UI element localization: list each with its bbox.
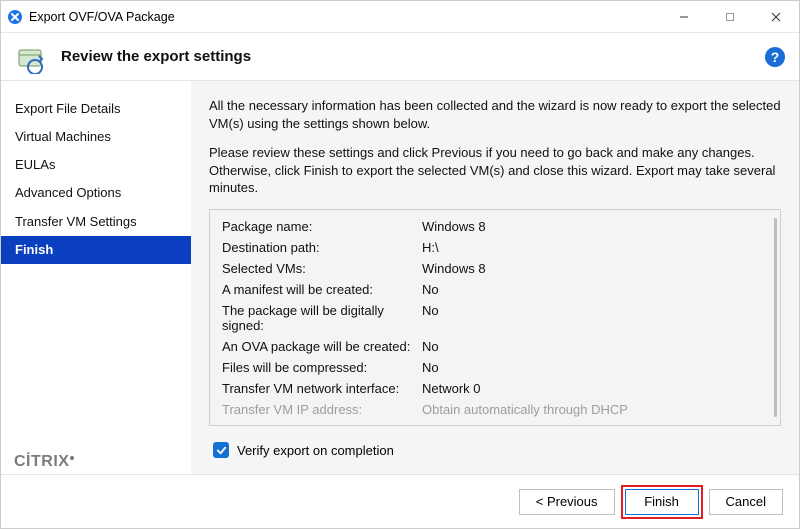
wizard-step-item[interactable]: Export File Details [1,95,191,123]
app-icon [7,9,23,25]
verify-export-checkbox[interactable] [213,442,229,458]
summary-row-value: No [422,303,439,333]
cancel-button[interactable]: Cancel [709,489,783,515]
scrollbar-thumb[interactable] [774,218,777,417]
summary-row-label: The package will be digitally signed: [222,303,422,333]
verify-export-label: Verify export on completion [237,443,394,458]
intro-text-1: All the necessary information has been c… [209,97,781,132]
summary-row: Destination path:H:\ [222,237,768,258]
wizard-header-title: Review the export settings [61,48,251,65]
summary-row: Selected VMs:Windows 8 [222,258,768,279]
summary-row-value: H:\ [422,240,439,255]
summary-row-value: Windows 8 [422,261,486,276]
summary-row-label: Destination path: [222,240,422,255]
export-wizard-window: Export OVF/OVA Package Review the export… [0,0,800,529]
verify-export-row: Verify export on completion [213,442,781,458]
wizard-step-item[interactable]: EULAs [1,151,191,179]
summary-row-value: Network 0 [422,381,481,396]
summary-row-value: No [422,339,439,354]
summary-row: Files will be compressed:No [222,357,768,378]
summary-row: The package will be digitally signed:No [222,300,768,336]
wizard-header: Review the export settings ? [1,33,799,81]
minimize-button[interactable] [661,1,707,32]
summary-row: A manifest will be created:No [222,279,768,300]
summary-row-label: Package name: [222,219,422,234]
wizard-step-sidebar: Export File DetailsVirtual MachinesEULAs… [1,81,191,474]
summary-row-label: A manifest will be created: [222,282,422,297]
citrix-logo: CİTRIX [14,453,74,471]
wizard-step-item[interactable]: Finish [1,236,191,264]
wizard-step-item[interactable]: Advanced Options [1,179,191,207]
summary-row: Package name:Windows 8 [222,216,768,237]
wizard-main-panel: All the necessary information has been c… [191,81,799,474]
summary-row: Transfer VM network interface:Network 0 [222,378,768,399]
wizard-footer: < Previous Finish Cancel [1,474,799,528]
summary-row-cutoff: Transfer VM IP address: Obtain automatic… [222,399,768,420]
previous-button[interactable]: < Previous [519,489,615,515]
package-icon [15,40,49,74]
titlebar: Export OVF/OVA Package [1,1,799,33]
wizard-step-item[interactable]: Virtual Machines [1,123,191,151]
maximize-button[interactable] [707,1,753,32]
summary-settings-box: Package name:Windows 8Destination path:H… [209,209,781,426]
help-icon[interactable]: ? [765,47,785,67]
wizard-body: Export File DetailsVirtual MachinesEULAs… [1,81,799,474]
summary-row: An OVA package will be created:No [222,336,768,357]
summary-row-value: No [422,360,439,375]
summary-row-label: An OVA package will be created: [222,339,422,354]
intro-text-2: Please review these settings and click P… [209,144,781,197]
summary-row-label: Selected VMs: [222,261,422,276]
summary-row-label: Transfer VM network interface: [222,381,422,396]
summary-row-value: Windows 8 [422,219,486,234]
window-title: Export OVF/OVA Package [29,10,661,24]
summary-row-value: No [422,282,439,297]
finish-button[interactable]: Finish [625,489,699,515]
wizard-step-item[interactable]: Transfer VM Settings [1,208,191,236]
window-controls [661,1,799,32]
close-button[interactable] [753,1,799,32]
summary-row-label: Files will be compressed: [222,360,422,375]
